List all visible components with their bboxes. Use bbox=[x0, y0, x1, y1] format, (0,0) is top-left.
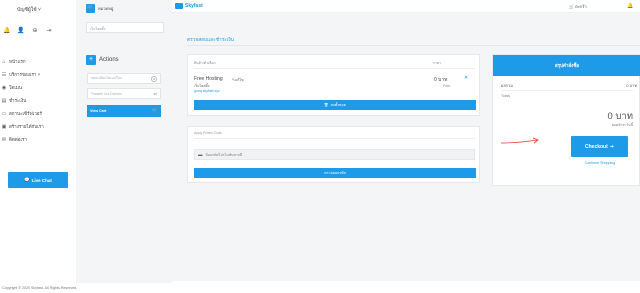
notification-bell-icon[interactable]: 🔔 bbox=[627, 3, 633, 9]
action-label: จดทะเบียนโดเมนใหม่ bbox=[91, 76, 122, 80]
subtotal-label: ผลรวม bbox=[501, 83, 513, 88]
product-domain: gonq.skyfast.xyz bbox=[194, 89, 220, 93]
brand-name: Skyfast bbox=[185, 3, 203, 9]
totals-label: Totals bbox=[501, 94, 511, 98]
cart-icon: 🛒 bbox=[86, 4, 95, 13]
account-menu[interactable]: บัญชีผู้ใช้ ˅ bbox=[6, 6, 52, 14]
categories-header: 🛒 หมวดหมู่ bbox=[86, 4, 113, 13]
nav-item-billing[interactable]: ▤ ชำระเงิน bbox=[1, 94, 61, 107]
promo-code-input[interactable]: ▬ ป้อนรหัสโปรโมชันหากมี bbox=[194, 149, 475, 160]
bell-icon[interactable]: 🔔 bbox=[3, 27, 11, 35]
nav-item-status[interactable]: ▭ สถานะเซิร์ฟเวอร์ bbox=[1, 107, 61, 120]
logo-icon bbox=[175, 3, 183, 9]
actions-title: Actions bbox=[99, 57, 119, 63]
billing-icon: ▤ bbox=[1, 97, 7, 104]
col-product-header: สินค้า/ตัวเลือก bbox=[194, 61, 216, 65]
col-price-header: ราคา bbox=[432, 61, 441, 65]
nav-item-label: ติดต่อเรา bbox=[9, 137, 27, 142]
share-icon: ⇄ bbox=[153, 91, 157, 96]
user-icon[interactable]: 👤 bbox=[17, 27, 25, 35]
footer: Copyright © 2020 Skyfast. All Rights Res… bbox=[0, 283, 640, 293]
promo-card: Apply Promo Code ▬ ป้อนรหัสโปรโมชันหากมี… bbox=[187, 126, 480, 183]
top-cart-link[interactable]: 🛒 ตะกร้า bbox=[569, 3, 587, 10]
product-name: Free Hosting bbox=[194, 76, 223, 82]
checkout-label: Checkout bbox=[585, 143, 608, 150]
order-summary-title: สรุปคำสั่งซื้อ bbox=[493, 55, 640, 76]
left-navigation: บัญชีผู้ใช้ ˅ 🔔 👤 ⊕ ⇥ ⌂ หน้าแรก ☷ บริการ… bbox=[0, 0, 68, 293]
nav-item-label: ชำระเงิน bbox=[9, 98, 27, 103]
actions-header: + Actions bbox=[86, 55, 119, 65]
plus-icon: + bbox=[86, 55, 96, 65]
add-user-icon[interactable]: ⊕ bbox=[31, 27, 39, 35]
nav-item-affiliate[interactable]: ▣ สร้างรายได้กับเรา bbox=[1, 120, 61, 133]
nav-item-label: บริการของเรา ˅ bbox=[9, 72, 41, 77]
order-summary-card: สรุปคำสั่งซื้อ ผลรวม 0 บาท Totals 0 บาท … bbox=[492, 54, 640, 186]
cart-table-header: สินค้า/ตัวเลือก ราคา bbox=[194, 60, 474, 66]
nav-item-home[interactable]: ⌂ หน้าแรก bbox=[1, 55, 61, 68]
promo-placeholder: ป้อนรหัสโปรโมชันหากมี bbox=[205, 152, 243, 157]
affiliate-icon: ▣ bbox=[1, 123, 7, 130]
divider bbox=[194, 138, 475, 139]
ticket-icon: ▬ bbox=[198, 152, 203, 157]
services-icon: ☷ bbox=[1, 71, 7, 78]
nav-item-services[interactable]: ☷ บริการของเรา ˅ bbox=[1, 68, 61, 81]
promo-label: Apply Promo Code bbox=[194, 131, 222, 135]
nav-item-label: หน้าแรก bbox=[9, 59, 26, 64]
top-cart-label: ตะกร้า bbox=[575, 4, 587, 9]
main-content: ตรวจสอบและชำระเงิน สินค้า/ตัวเลือก ราคา … bbox=[172, 13, 640, 281]
total-due-label: ยอดชำระวันนี้ bbox=[611, 123, 633, 127]
nav-list: ⌂ หน้าแรก ☷ บริการของเรา ˅ ◉ โดเมน ▤ ชำร… bbox=[1, 55, 61, 146]
chat-icon: 💬 bbox=[24, 177, 30, 182]
support-icon: ▭ bbox=[1, 110, 7, 117]
red-arrow-annotation bbox=[500, 137, 539, 144]
product-price: 0 บาท bbox=[434, 77, 448, 83]
cart-icon: 🛒 bbox=[151, 108, 158, 114]
copyright-text: Copyright © 2020 Skyfast. All Rights Res… bbox=[2, 286, 78, 290]
continue-shopping-link[interactable]: Continue Shopping bbox=[571, 161, 629, 165]
divider bbox=[501, 90, 633, 91]
categories-title: หมวดหมู่ bbox=[98, 6, 114, 11]
subtotal-row: ผลรวม 0 บาท bbox=[501, 82, 637, 89]
edit-product-link[interactable]: ✎แก้ไข bbox=[232, 77, 243, 83]
divider bbox=[187, 45, 640, 46]
cart-items-card: สินค้า/ตัวเลือก ราคา Free Hosting ✎แก้ไข… bbox=[187, 54, 480, 116]
divider bbox=[194, 68, 475, 69]
page-title: ตรวจสอบและชำระเงิน bbox=[187, 38, 235, 43]
brand-logo[interactable]: Skyfast bbox=[175, 3, 203, 9]
edit-label: แก้ไข bbox=[234, 78, 244, 82]
contact-icon: ✉ bbox=[1, 136, 7, 143]
empty-cart-button[interactable]: 🗑 ลบทั้งหมด bbox=[194, 100, 476, 110]
nav-item-label: โดเมน bbox=[9, 85, 22, 90]
nav-item-contact[interactable]: ✉ ติดต่อเรา bbox=[1, 133, 61, 146]
nav-item-domains[interactable]: ◉ โดเมน bbox=[1, 81, 61, 94]
action-label: Transfer in a Domain bbox=[91, 91, 122, 96]
globe-icon: ⊕ bbox=[151, 75, 157, 82]
trash-icon: 🗑 bbox=[323, 103, 329, 107]
live-chat-label: Live Chat bbox=[31, 177, 52, 183]
secondary-sidebar: 🛒 หมวดหมู่ เว็บโฮสติ้ง + Actions จดทะเบี… bbox=[76, 0, 172, 293]
subtotal-value: 0 บาท bbox=[626, 83, 637, 88]
live-chat-button[interactable]: 💬 Live Chat bbox=[8, 172, 68, 188]
account-icon-row: 🔔 👤 ⊕ ⇥ bbox=[3, 27, 61, 35]
empty-cart-label: ลบทั้งหมด bbox=[330, 103, 347, 107]
register-domain-action[interactable]: จดทะเบียนโดเมนใหม่ ⊕ bbox=[87, 73, 161, 84]
arrow-right-icon: ➔ bbox=[609, 143, 614, 150]
billing-cycle: Free bbox=[443, 84, 451, 88]
transfer-domain-action[interactable]: Transfer in a Domain ⇄ bbox=[87, 88, 161, 99]
view-cart-label: View Cart bbox=[90, 109, 107, 113]
home-icon: ⌂ bbox=[2, 58, 6, 65]
checkout-button[interactable]: Checkout ➔ bbox=[571, 136, 628, 157]
logout-icon[interactable]: ⇥ bbox=[45, 27, 53, 35]
remove-item-icon[interactable]: ✕ bbox=[464, 76, 469, 81]
top-bar: Skyfast 🛒 ตะกร้า 🔔 bbox=[172, 0, 640, 13]
view-cart-button[interactable]: View Cart 🛒 bbox=[87, 105, 161, 117]
validate-code-button[interactable]: ตรวจสอบรหัส bbox=[194, 168, 476, 178]
nav-item-label: สถานะเซิร์ฟเวอร์ bbox=[9, 111, 42, 116]
domains-icon: ◉ bbox=[1, 84, 7, 91]
category-item[interactable]: เว็บโฮสติ้ง bbox=[86, 22, 164, 33]
nav-item-label: สร้างรายได้กับเรา bbox=[9, 124, 44, 129]
